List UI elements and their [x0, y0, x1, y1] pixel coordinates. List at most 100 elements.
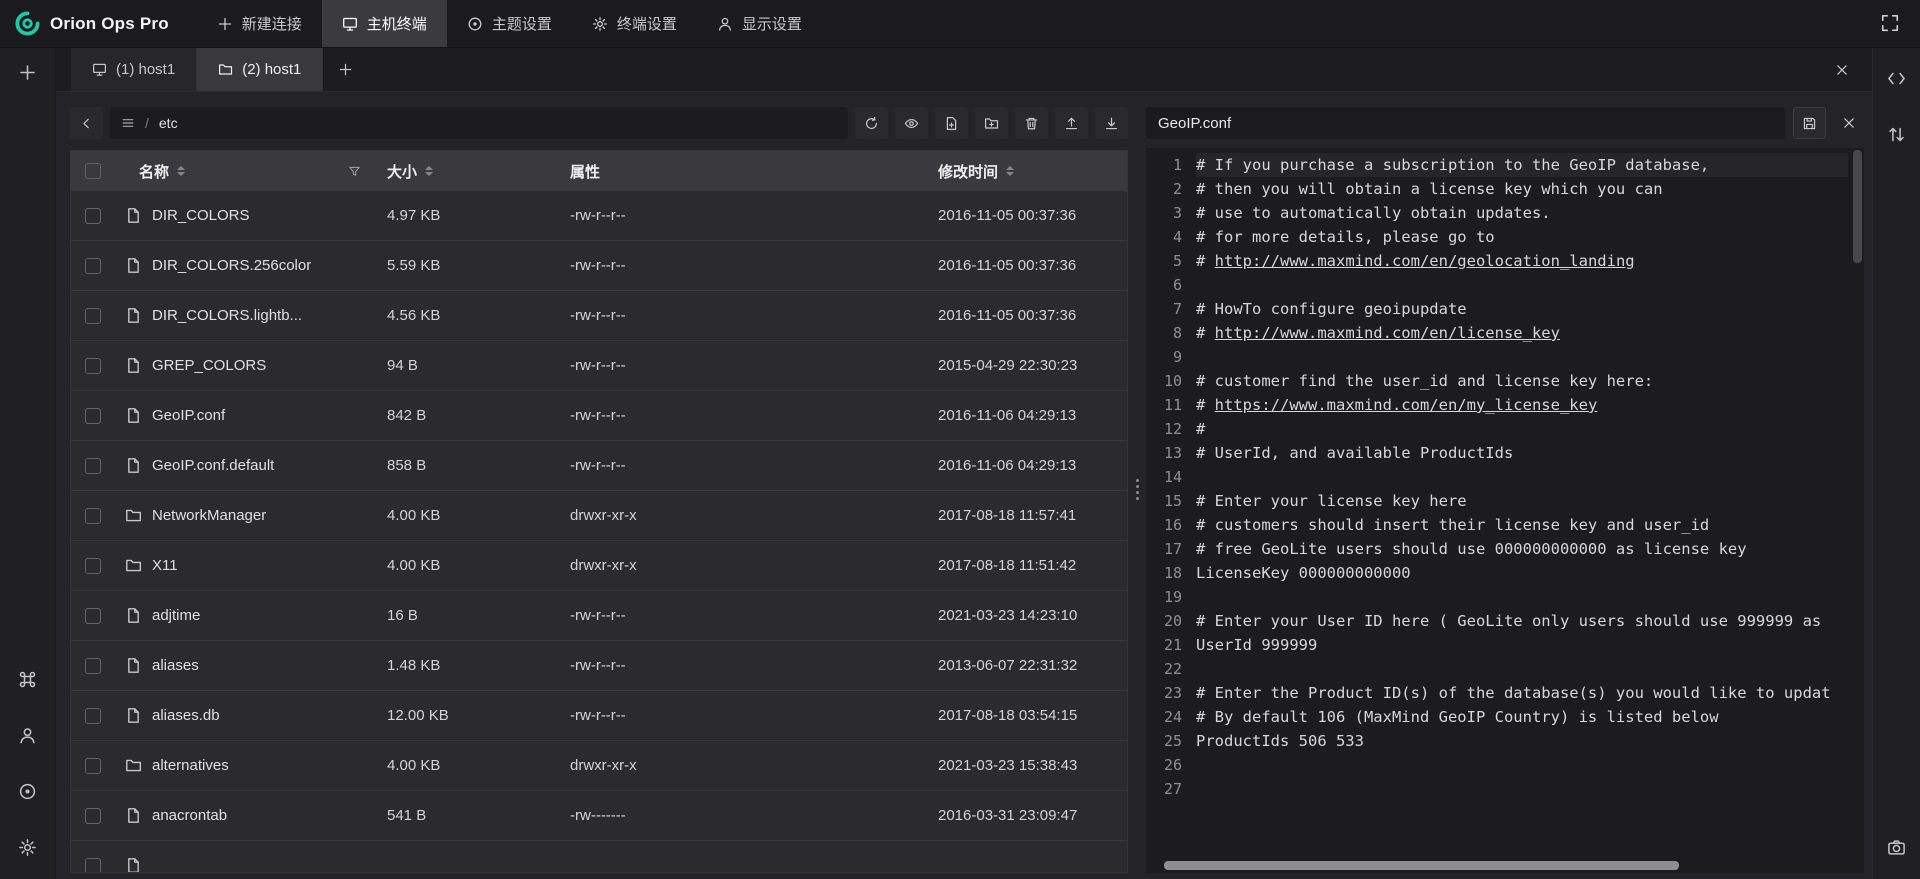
line-number: 4: [1146, 225, 1182, 249]
trash-button[interactable]: [1015, 107, 1048, 139]
file-row-partial[interactable]: [71, 841, 1127, 872]
code-line: [1196, 345, 1848, 369]
file-attrs: -rw-------: [570, 807, 938, 824]
file-name: alternatives: [152, 757, 229, 774]
add-tab-button[interactable]: [323, 48, 367, 91]
editor-filename[interactable]: GeoIP.conf: [1146, 107, 1785, 139]
file-row[interactable]: X114.00 KBdrwxr-xr-x2017-08-18 11:51:42: [71, 541, 1127, 591]
back-button[interactable]: [70, 107, 103, 139]
vertical-scrollbar-thumb[interactable]: [1853, 150, 1862, 263]
tab-host1-sftp[interactable]: (2) host1: [197, 48, 323, 91]
breadcrumb[interactable]: / etc: [110, 107, 848, 139]
file-row[interactable]: aliases.db12.00 KB-rw-r--r--2017-08-18 0…: [71, 691, 1127, 741]
camera-button[interactable]: [1881, 831, 1913, 863]
editor-close-button[interactable]: [1834, 107, 1864, 139]
vertical-scrollbar[interactable]: [1853, 150, 1862, 857]
sort-icon[interactable]: [1006, 166, 1014, 176]
row-checkbox[interactable]: [85, 758, 101, 774]
file-size: 541 B: [387, 807, 570, 824]
close-panel-button[interactable]: [1822, 48, 1862, 91]
code-line: LicenseKey 000000000000: [1196, 561, 1848, 585]
horizontal-scrollbar[interactable]: [1150, 861, 1846, 870]
file-row[interactable]: NetworkManager4.00 KBdrwxr-xr-x2017-08-1…: [71, 491, 1127, 541]
column-header-mtime[interactable]: 修改时间: [938, 161, 1127, 182]
sort-icon[interactable]: [177, 166, 185, 176]
code-line: [1196, 657, 1848, 681]
url-link[interactable]: http://www.maxmind.com/en/geolocation_la…: [1215, 252, 1635, 270]
file-row[interactable]: GREP_COLORS94 B-rw-r--r--2015-04-29 22:3…: [71, 341, 1127, 391]
url-link[interactable]: https://www.maxmind.com/en/my_license_ke…: [1215, 396, 1598, 414]
command-icon: [18, 670, 37, 689]
file-row[interactable]: adjtime16 B-rw-r--r--2021-03-23 14:23:10: [71, 591, 1127, 641]
select-all-checkbox[interactable]: [85, 163, 101, 179]
file-row[interactable]: alternatives4.00 KBdrwxr-xr-x2021-03-23 …: [71, 741, 1127, 791]
row-checkbox[interactable]: [85, 508, 101, 524]
row-checkbox[interactable]: [85, 408, 101, 424]
fullscreen-button[interactable]: [1880, 13, 1902, 35]
file-mtime: 2016-03-31 23:09:47: [938, 807, 1127, 824]
row-checkbox[interactable]: [85, 308, 101, 324]
eye-button[interactable]: [895, 107, 928, 139]
column-header-size[interactable]: 大小: [387, 161, 570, 182]
line-number: 9: [1146, 345, 1182, 369]
save-icon: [1802, 116, 1817, 131]
file-row[interactable]: aliases1.48 KB-rw-r--r--2013-06-07 22:31…: [71, 641, 1127, 691]
horizontal-scrollbar-thumb[interactable]: [1164, 861, 1679, 870]
file-row[interactable]: GeoIP.conf.default858 B-rw-r--r--2016-11…: [71, 441, 1127, 491]
file-size: 12.00 KB: [387, 707, 570, 724]
menu-host-terminal[interactable]: 主机终端: [322, 0, 447, 47]
filter-icon[interactable]: [348, 165, 361, 178]
file-plus-button[interactable]: [935, 107, 968, 139]
row-checkbox[interactable]: [85, 858, 101, 873]
file-row[interactable]: DIR_COLORS.256color5.59 KB-rw-r--r--2016…: [71, 241, 1127, 291]
sort-icon[interactable]: [425, 166, 433, 176]
row-checkbox[interactable]: [85, 258, 101, 274]
breadcrumb-segment-etc[interactable]: etc: [159, 115, 178, 131]
list-icon[interactable]: [121, 116, 135, 130]
upload-button[interactable]: [1055, 107, 1088, 139]
folder-icon: [125, 557, 142, 574]
file-mtime: 2017-08-18 03:54:15: [938, 707, 1127, 724]
file-row[interactable]: DIR_COLORS.lightb...4.56 KB-rw-r--r--201…: [71, 291, 1127, 341]
breadcrumb-separator: /: [145, 115, 149, 131]
menu-display-settings[interactable]: 显示设置: [697, 0, 822, 47]
code-button[interactable]: [1881, 62, 1913, 94]
row-checkbox[interactable]: [85, 708, 101, 724]
menu-theme-settings[interactable]: 主题设置: [447, 0, 572, 47]
file-name: DIR_COLORS.256color: [152, 257, 311, 274]
menu-terminal-settings[interactable]: 终端设置: [572, 0, 697, 47]
plus-button[interactable]: [12, 56, 44, 88]
gear-icon: [592, 16, 608, 32]
download-button[interactable]: [1095, 107, 1128, 139]
row-checkbox[interactable]: [85, 208, 101, 224]
gear-button[interactable]: [12, 831, 44, 863]
column-header-name[interactable]: 名称: [115, 161, 387, 182]
panel-resize-handle[interactable]: [1128, 106, 1146, 873]
folder-plus-button[interactable]: [975, 107, 1008, 139]
tab-host1-terminal[interactable]: (1) host1: [71, 48, 197, 91]
file-row[interactable]: GeoIP.conf842 B-rw-r--r--2016-11-06 04:2…: [71, 391, 1127, 441]
refresh-icon: [864, 116, 879, 131]
close-icon: [1842, 116, 1856, 130]
save-button[interactable]: [1793, 107, 1826, 139]
file-row[interactable]: anacrontab541 B-rw-------2016-03-31 23:0…: [71, 791, 1127, 841]
user-button[interactable]: [12, 719, 44, 751]
menu-new-connection[interactable]: 新建连接: [197, 0, 322, 47]
code-area[interactable]: # If you purchase a subscription to the …: [1194, 153, 1864, 873]
command-button[interactable]: [12, 663, 44, 695]
refresh-button[interactable]: [855, 107, 888, 139]
file-size: 842 B: [387, 407, 570, 424]
url-link[interactable]: http://www.maxmind.com/en/license_key: [1215, 324, 1560, 342]
row-checkbox[interactable]: [85, 558, 101, 574]
row-checkbox[interactable]: [85, 608, 101, 624]
theme-icon: [18, 782, 37, 801]
row-checkbox[interactable]: [85, 458, 101, 474]
theme-button[interactable]: [12, 775, 44, 807]
row-checkbox[interactable]: [85, 658, 101, 674]
swap-button[interactable]: [1881, 118, 1913, 150]
file-row[interactable]: DIR_COLORS4.97 KB-rw-r--r--2016-11-05 00…: [71, 191, 1127, 241]
file-size: 4.00 KB: [387, 557, 570, 574]
row-checkbox[interactable]: [85, 358, 101, 374]
monitor-icon: [342, 16, 358, 32]
row-checkbox[interactable]: [85, 808, 101, 824]
